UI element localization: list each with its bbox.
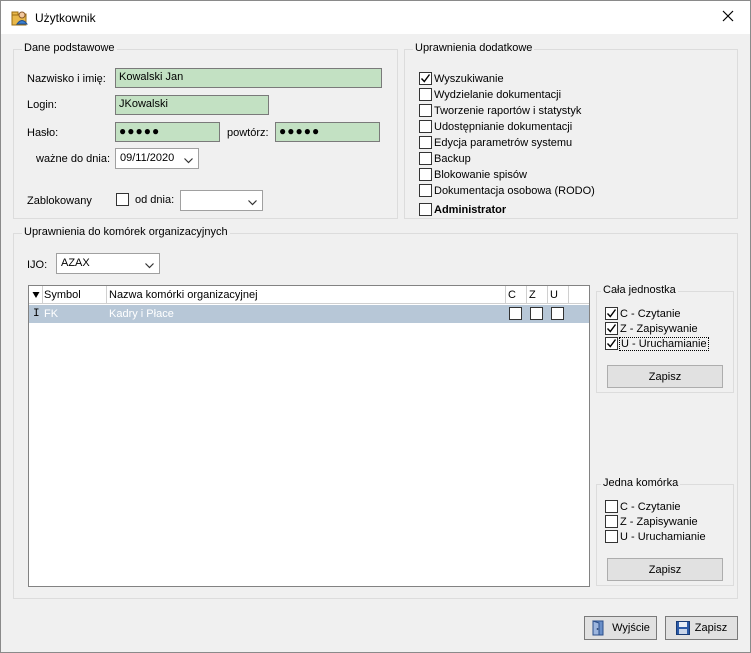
valid-until-value: 09/11/2020 <box>120 152 175 164</box>
single-write-label: Z - Zapisywanie <box>620 516 698 528</box>
perm-share-label: Udostępnianie dokumentacji <box>434 121 573 133</box>
exit-door-icon <box>591 620 607 636</box>
perm-extract-label: Wydzielanie dokumentacji <box>434 89 562 101</box>
user-dialog: Użytkownik Dane podstawowe Nazwisko i im… <box>0 0 751 653</box>
blocked-label: Zablokowany <box>27 195 92 207</box>
perm-search-label: Wyszukiwanie <box>434 73 504 85</box>
close-icon <box>722 10 734 25</box>
ijo-label: IJO: <box>27 259 48 271</box>
extra-permissions-legend: Uprawnienia dodatkowe <box>413 42 535 54</box>
row-cursor-marker: I <box>33 308 40 320</box>
close-button[interactable] <box>705 1 750 34</box>
perm-reports-checkbox[interactable] <box>419 104 432 117</box>
row-u-checkbox[interactable] <box>551 307 564 320</box>
blocked-from-date-picker[interactable] <box>180 190 263 211</box>
blocked-checkbox[interactable] <box>116 193 129 206</box>
chevron-down-icon <box>145 260 154 269</box>
whole-write-checkbox[interactable] <box>605 322 618 335</box>
sort-down-icon[interactable] <box>32 290 40 302</box>
table-row[interactable]: I FK Kadry i Płace <box>29 305 589 323</box>
col-symbol[interactable]: Symbol <box>44 289 81 301</box>
password-field[interactable]: ●●●●● <box>115 122 220 142</box>
exit-button-label: Wyjście <box>612 622 650 634</box>
whole-read-label: C - Czytanie <box>620 308 681 320</box>
save-button[interactable]: Zapisz <box>665 616 738 640</box>
whole-run-checkbox[interactable] <box>605 337 618 350</box>
perm-settings-checkbox[interactable] <box>419 136 432 149</box>
valid-until-label: ważne do dnia: <box>36 153 110 165</box>
checkmark-icon <box>606 339 617 348</box>
ijo-select[interactable]: AZAX <box>56 253 160 274</box>
row-c-checkbox[interactable] <box>509 307 522 320</box>
perm-backup-checkbox[interactable] <box>419 152 432 165</box>
col-unit-name[interactable]: Nazwa komórki organizacyjnej <box>109 289 258 301</box>
single-write-checkbox[interactable] <box>605 515 618 528</box>
row-symbol: FK <box>44 308 59 320</box>
perm-lock-lists-label: Blokowanie spisów <box>434 169 527 181</box>
perm-search-checkbox[interactable] <box>419 72 432 85</box>
row-z-checkbox[interactable] <box>530 307 543 320</box>
perm-rodo-checkbox[interactable] <box>419 184 432 197</box>
blocked-from-label: od dnia: <box>135 194 175 206</box>
user-folder-icon <box>11 9 29 27</box>
basic-data-legend: Dane podstawowe <box>22 42 117 54</box>
login-field[interactable]: JKowalski <box>115 95 269 115</box>
perm-extract-checkbox[interactable] <box>419 88 432 101</box>
repeat-password-label: powtórz: <box>227 127 269 139</box>
whole-write-label: Z - Zapisywanie <box>620 323 698 335</box>
perm-settings-label: Edycja parametrów systemu <box>434 137 573 149</box>
exit-button[interactable]: Wyjście <box>584 616 657 640</box>
name-label: Nazwisko i imię: <box>27 73 106 85</box>
checkmark-icon <box>606 324 617 333</box>
whole-unit-legend: Cała jednostka <box>601 284 678 296</box>
perm-backup-label: Backup <box>434 153 471 165</box>
floppy-disk-icon <box>675 621 690 635</box>
single-cell-legend: Jedna komórka <box>601 477 681 489</box>
org-units-grid[interactable]: Symbol Nazwa komórki organizacyjnej C Z … <box>28 285 590 587</box>
whole-read-checkbox[interactable] <box>605 307 618 320</box>
repeat-password-field[interactable]: ●●●●● <box>275 122 380 142</box>
single-read-checkbox[interactable] <box>605 500 618 513</box>
row-unit-name: Kadry i Płace <box>109 308 174 320</box>
grid-header: Symbol Nazwa komórki organizacyjnej C Z … <box>29 286 589 304</box>
single-run-label: U - Uruchamianie <box>620 531 706 543</box>
whole-run-label: U - Uruchamianie <box>619 337 709 351</box>
perm-rodo-label: Dokumentacja osobowa (RODO) <box>434 185 595 197</box>
login-label: Login: <box>27 99 57 111</box>
perm-admin-checkbox[interactable] <box>419 203 432 216</box>
valid-until-date-picker[interactable]: 09/11/2020 <box>115 148 199 169</box>
password-label: Hasło: <box>27 127 59 139</box>
window-title: Użytkownik <box>35 11 96 25</box>
name-field[interactable]: Kowalski Jan <box>115 68 382 88</box>
chevron-down-icon <box>248 197 257 206</box>
col-c[interactable]: C <box>508 289 516 301</box>
perm-share-checkbox[interactable] <box>419 120 432 133</box>
whole-unit-save-button[interactable]: Zapisz <box>607 365 723 388</box>
ijo-value: AZAX <box>61 257 90 269</box>
checkmark-icon <box>606 309 617 318</box>
col-z[interactable]: Z <box>529 289 536 301</box>
title-bar: Użytkownik <box>1 1 750 34</box>
single-read-label: C - Czytanie <box>620 501 681 513</box>
col-u[interactable]: U <box>550 289 558 301</box>
save-button-label: Zapisz <box>694 622 728 634</box>
perm-admin-label: Administrator <box>434 204 507 216</box>
chevron-down-icon <box>184 155 193 164</box>
single-run-checkbox[interactable] <box>605 530 618 543</box>
single-cell-save-button[interactable]: Zapisz <box>607 558 723 581</box>
org-permissions-legend: Uprawnienia do komórek organizacyjnych <box>22 226 230 238</box>
perm-lock-lists-checkbox[interactable] <box>419 168 432 181</box>
checkmark-icon <box>420 74 431 83</box>
perm-reports-label: Tworzenie raportów i statystyk <box>434 105 582 117</box>
